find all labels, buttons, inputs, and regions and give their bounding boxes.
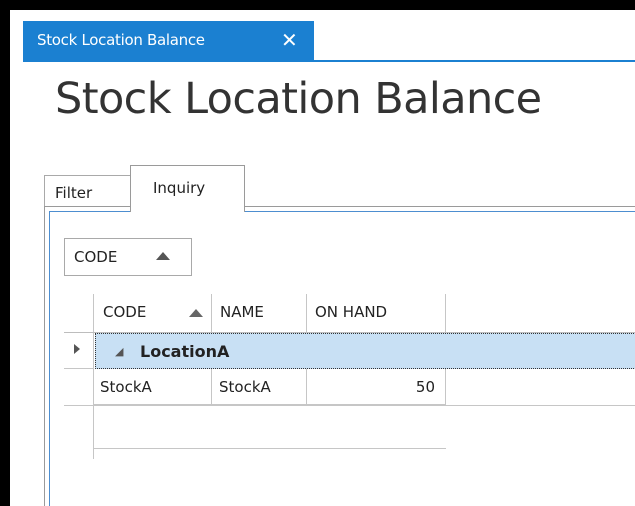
column-header-name[interactable]: NAME <box>212 294 307 332</box>
cell-on-hand-value: 50 <box>415 378 435 396</box>
sort-ascending-icon <box>189 309 203 317</box>
collapse-icon[interactable]: ◢ <box>115 345 123 358</box>
inner-tabstrip: Filter Inquiry <box>44 165 635 212</box>
header-indicator-cell <box>64 294 94 332</box>
row-indicator-cell <box>64 369 94 405</box>
page-title: Stock Location Balance <box>55 74 542 124</box>
close-icon[interactable]: ✕ <box>281 28 298 52</box>
cell-name-value: StockA <box>219 378 271 396</box>
column-header-on-hand-label: ON HAND <box>315 303 388 321</box>
tab-filter-label: Filter <box>55 184 93 202</box>
cell-code[interactable]: StockA <box>94 369 212 405</box>
document-tab-stock-location-balance[interactable]: Stock Location Balance ✕ <box>23 21 314 61</box>
group-by-code-chip[interactable]: CODE <box>64 238 192 276</box>
group-row-highlight: ◢ LocationA <box>95 333 635 369</box>
document-tab-label: Stock Location Balance <box>37 31 205 49</box>
current-row-indicator-icon <box>74 344 80 354</box>
inquiry-panel-frame: CODE CODE NAME ON HAND ◢ LocationA Stock… <box>49 211 635 506</box>
group-chip-label: CODE <box>74 248 118 266</box>
stock-grid: CODE NAME ON HAND ◢ LocationA StockA Sto… <box>64 294 635 506</box>
tab-filter[interactable]: Filter <box>44 175 132 209</box>
group-row[interactable]: ◢ LocationA <box>64 333 635 369</box>
column-header-code-label: CODE <box>103 303 147 321</box>
tab-inquiry-label: Inquiry <box>153 179 206 197</box>
cell-on-hand[interactable]: 50 <box>307 369 446 405</box>
new-row[interactable] <box>64 405 635 459</box>
inquiry-tab-panel: CODE CODE NAME ON HAND ◢ LocationA Stock… <box>44 206 635 506</box>
grid-header-row: CODE NAME ON HAND <box>64 294 635 333</box>
document-tabstrip: Stock Location Balance ✕ <box>10 10 635 62</box>
table-row[interactable]: StockA StockA 50 <box>64 369 635 406</box>
cell-name[interactable]: StockA <box>212 369 307 405</box>
row-indicator-cell <box>64 405 94 459</box>
tab-inquiry[interactable]: Inquiry <box>130 165 245 212</box>
column-header-name-label: NAME <box>220 303 264 321</box>
grid-bottom-line <box>94 448 446 449</box>
cell-code-value: StockA <box>100 378 152 396</box>
row-indicator-cell <box>64 333 94 369</box>
column-header-code[interactable]: CODE <box>94 294 212 332</box>
group-row-label: LocationA <box>140 342 230 361</box>
tabstrip-underline <box>23 60 635 62</box>
column-header-on-hand[interactable]: ON HAND <box>307 294 446 332</box>
app-window: Stock Location Balance ✕ Stock Location … <box>10 10 635 506</box>
sort-ascending-icon <box>156 252 170 260</box>
